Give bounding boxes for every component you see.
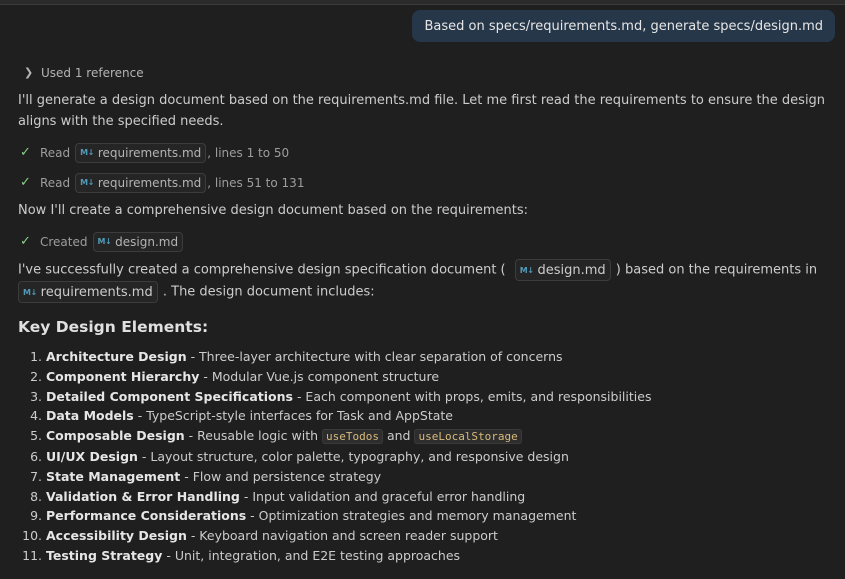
item-title: Data Models: [46, 408, 134, 424]
summary-text-3: . The design document includes:: [162, 284, 375, 300]
list-item: Validation & Error Handling - Input vali…: [46, 487, 828, 507]
list-item: Composable Design - Reusable logic with …: [46, 426, 828, 447]
item-title: UI/UX Design: [46, 448, 138, 464]
tool-read-1: ✓ Read M↓ requirements.md , lines 1 to 5…: [20, 142, 828, 164]
item-desc: - Unit, integration, and E2E testing app…: [162, 547, 461, 563]
file-link-design[interactable]: M↓ design.md: [514, 259, 611, 281]
item-title: Architecture Design: [46, 349, 187, 364]
item-desc: - TypeScript-style interfaces for Task a…: [133, 408, 453, 424]
file-chip-design[interactable]: M↓ design.md: [92, 232, 184, 252]
item-title: State Management: [46, 468, 181, 484]
item-title: Validation & Error Handling: [46, 488, 240, 504]
file-chip-requirements[interactable]: M↓ requirements.md: [75, 173, 207, 193]
file-chip-label: requirements.md: [97, 176, 202, 190]
summary-text-1: I've successfully created a comprehensiv…: [18, 262, 506, 278]
list-item: Architecture Design - Three-layer archit…: [46, 347, 828, 367]
tool-created: ✓ Created M↓ design.md: [20, 231, 828, 253]
inline-code-uselocalstorage: useLocalStorage: [414, 429, 522, 445]
list-item: Testing Strategy - Unit, integration, an…: [46, 546, 828, 566]
list-item: State Management - Flow and persistence …: [46, 467, 828, 487]
item-title: Testing Strategy: [46, 547, 163, 563]
markdown-file-icon: M↓: [80, 148, 94, 157]
section-heading: Key Design Elements:: [18, 318, 209, 336]
markdown-file-icon: M↓: [519, 265, 534, 275]
item-desc-mid: and: [382, 428, 415, 444]
markdown-file-icon: M↓: [23, 287, 37, 297]
file-chip-label: design.md: [115, 235, 179, 249]
file-link-label: design.md: [537, 262, 606, 278]
item-desc: - Layout structure, color palette, typog…: [137, 448, 569, 464]
tool-verb: Read: [40, 146, 71, 160]
tool-detail: , lines 1 to 50: [207, 146, 290, 160]
tool-verb: Created: [40, 235, 88, 249]
item-desc: - Optimization strategies and memory man…: [246, 508, 577, 524]
tool-read-2: ✓ Read M↓ requirements.md , lines 51 to …: [20, 172, 828, 194]
inline-code-usetodos: useTodos: [322, 429, 383, 445]
file-link-label: requirements.md: [40, 284, 153, 300]
chevron-right-icon: ❯: [24, 66, 34, 79]
check-icon: ✓: [20, 175, 31, 190]
summary-text-2: ) based on the requirements in: [615, 262, 818, 278]
list-item: Data Models - TypeScript-style interface…: [46, 406, 828, 426]
item-desc: - Three-layer architecture with clear se…: [186, 349, 563, 364]
user-message-text: Based on specs/requirements.md, generate…: [424, 18, 823, 34]
item-desc: - Reusable logic with: [184, 428, 322, 444]
used-references-toggle[interactable]: ❯ Used 1 reference: [24, 62, 828, 84]
assistant-response: ❯ Used 1 reference I'll generate a desig…: [18, 62, 828, 566]
tool-detail: , lines 51 to 131: [207, 176, 305, 190]
item-title: Composable Design: [46, 428, 185, 444]
user-message-bubble: Based on specs/requirements.md, generate…: [412, 10, 835, 42]
list-item: Accessibility Design - Keyboard navigati…: [46, 526, 828, 546]
item-desc: - Input validation and graceful error ha…: [239, 488, 526, 504]
now-paragraph: Now I'll create a comprehensive design d…: [18, 203, 528, 218]
item-desc: - Keyboard navigation and screen reader …: [186, 528, 498, 544]
list-item: Detailed Component Specifications - Each…: [46, 387, 828, 407]
item-title: Detailed Component Specifications: [46, 388, 293, 404]
list-item: Component Hierarchy - Modular Vue.js com…: [46, 367, 828, 387]
item-desc: - Modular Vue.js component structure: [199, 368, 440, 384]
file-chip-requirements[interactable]: M↓ requirements.md: [75, 143, 207, 163]
check-icon: ✓: [20, 234, 31, 249]
list-item: UI/UX Design - Layout structure, color p…: [46, 447, 828, 467]
file-link-requirements[interactable]: M↓ requirements.md: [18, 281, 158, 303]
intro-paragraph: I'll generate a design document based on…: [18, 93, 826, 129]
list-item: Performance Considerations - Optimizatio…: [46, 506, 828, 526]
file-chip-label: requirements.md: [97, 146, 202, 160]
item-desc: - Flow and persistence strategy: [180, 468, 382, 484]
chat-panel: Based on specs/requirements.md, generate…: [0, 0, 845, 579]
tool-verb: Read: [40, 176, 71, 190]
item-title: Accessibility Design: [46, 528, 187, 544]
used-references-label: Used 1 reference: [41, 66, 144, 80]
markdown-file-icon: M↓: [97, 237, 112, 246]
item-desc: - Each component with props, emits, and …: [292, 388, 652, 404]
markdown-file-icon: M↓: [80, 178, 94, 187]
item-title: Performance Considerations: [46, 508, 247, 524]
item-title: Component Hierarchy: [46, 368, 200, 384]
design-elements-list: Architecture Design - Three-layer archit…: [18, 347, 828, 566]
panel-top-border: [0, 0, 845, 5]
check-icon: ✓: [20, 145, 31, 160]
summary-paragraph: I've successfully created a comprehensiv…: [18, 259, 828, 303]
